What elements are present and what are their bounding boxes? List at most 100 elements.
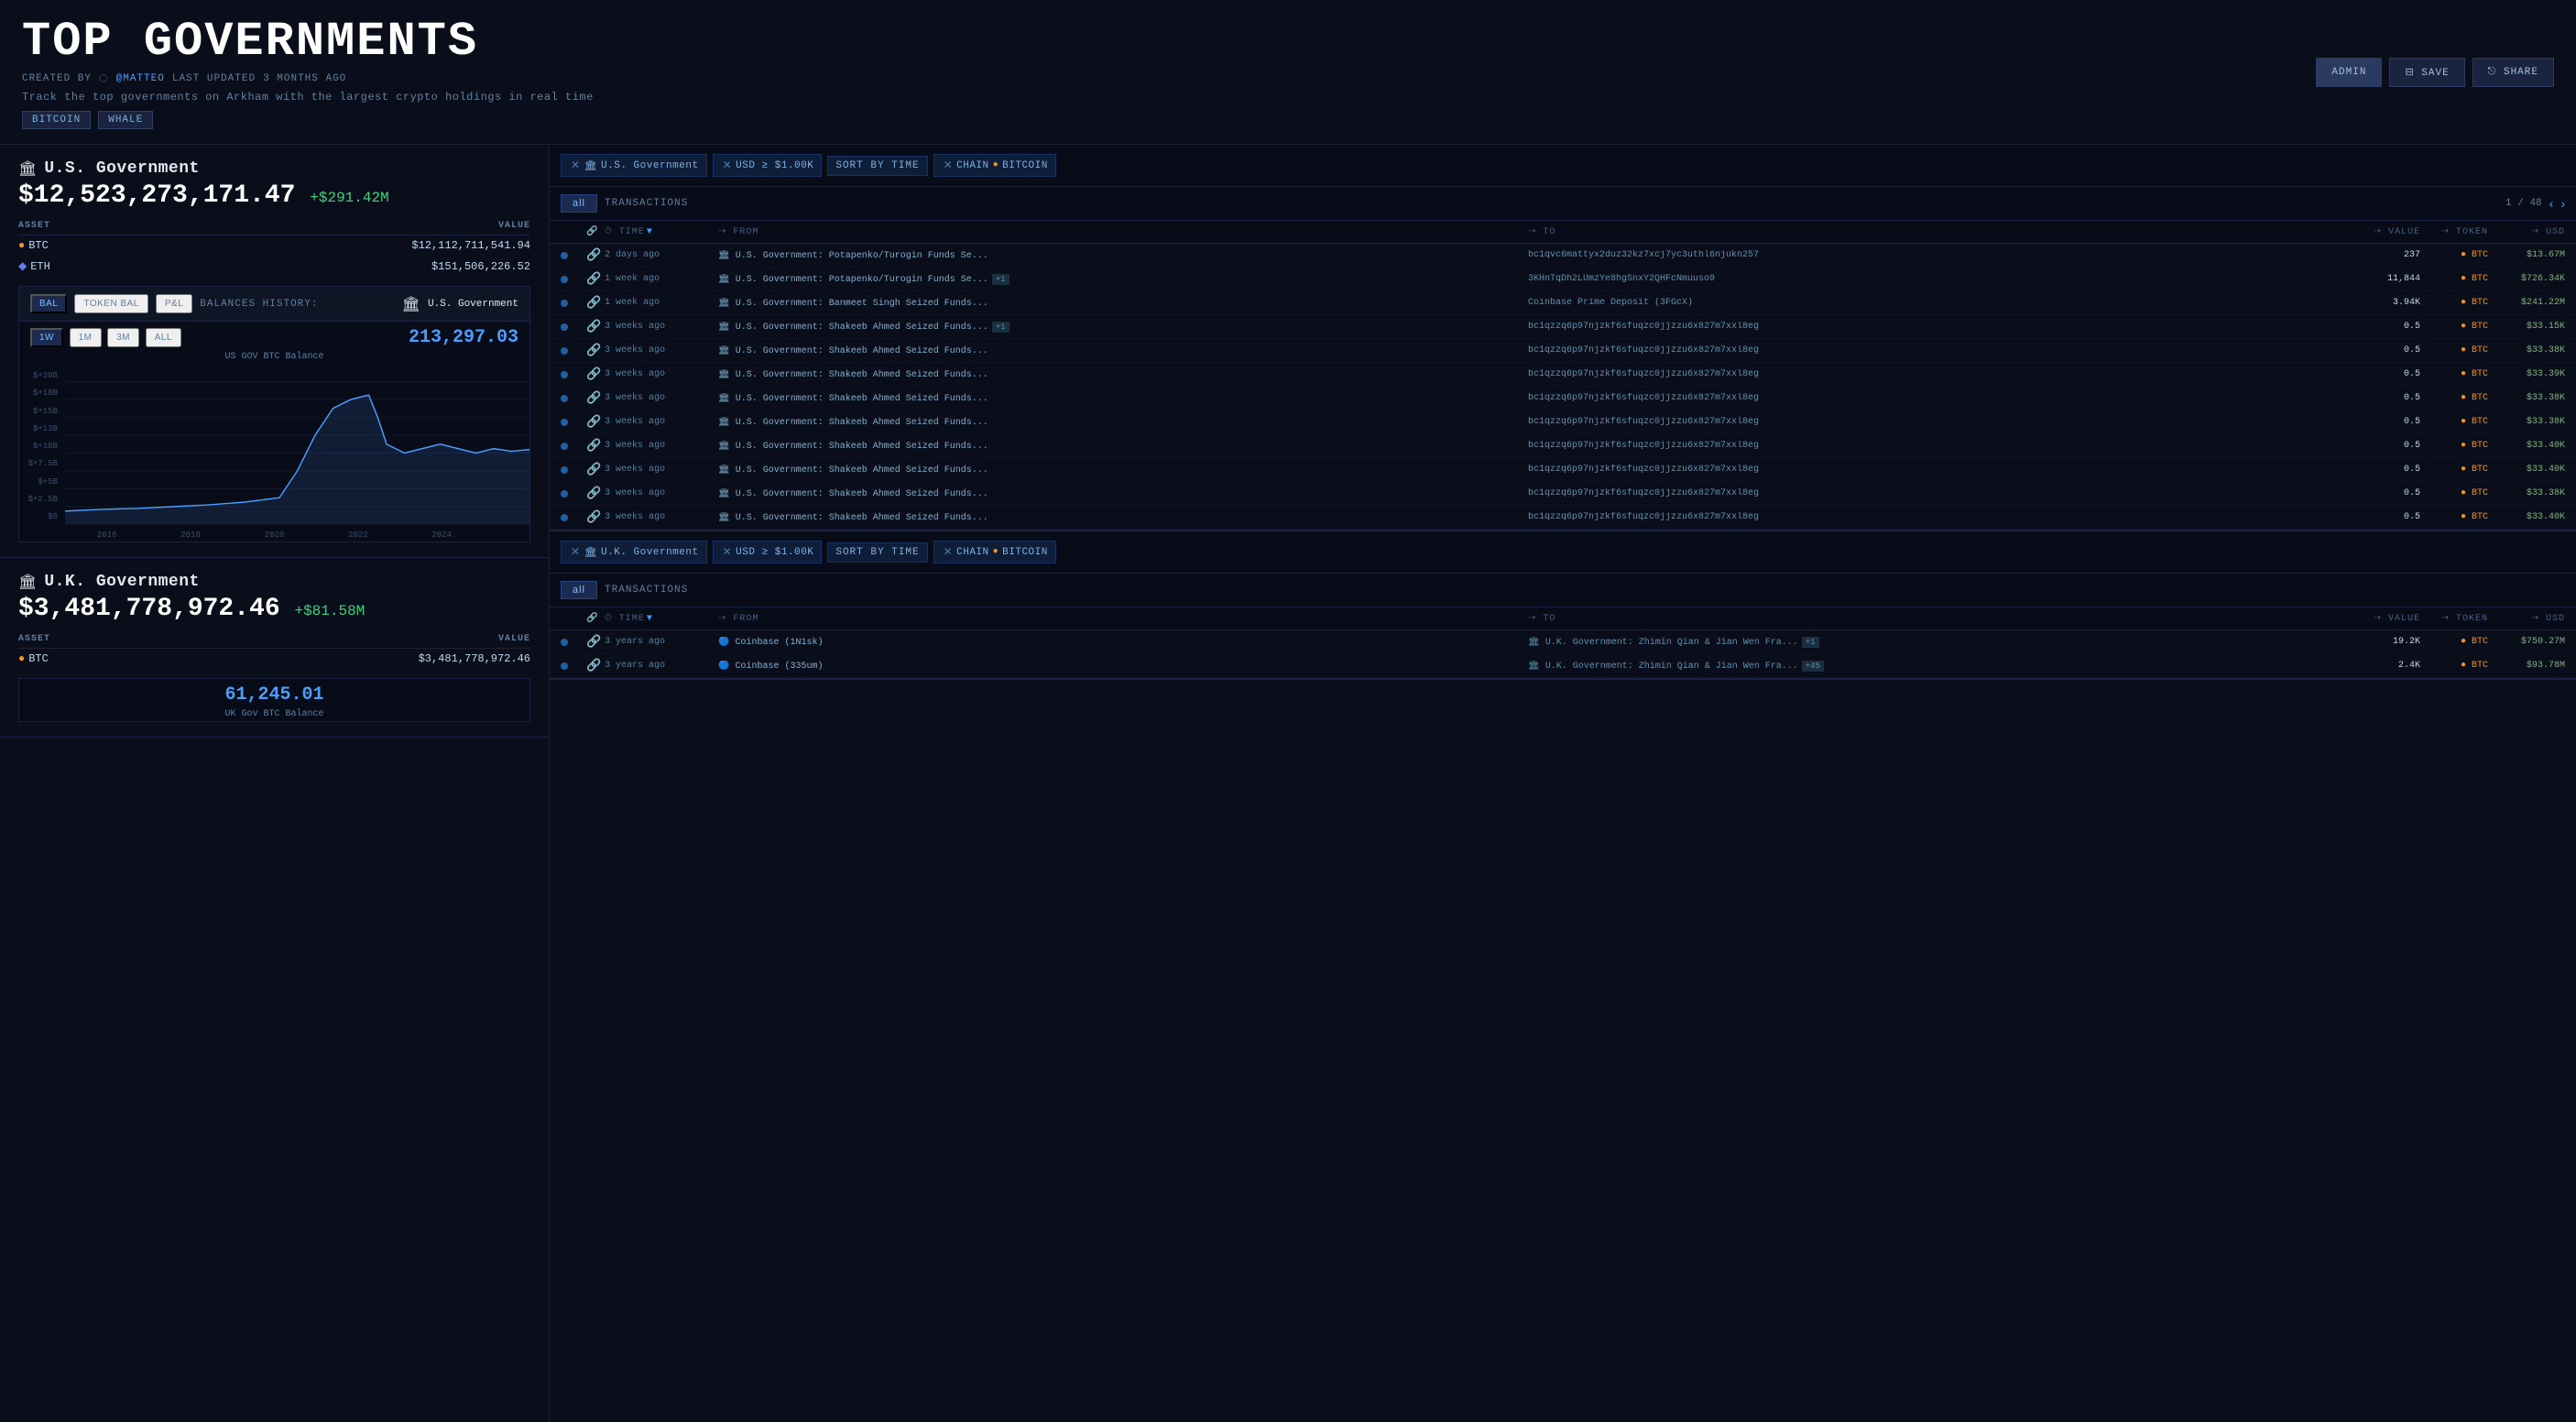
uk-chain-x[interactable]: ✕ [944, 545, 954, 559]
tx-usd: $33.38K [2492, 417, 2565, 427]
uk-filter-gov-icon: 🏛 [584, 546, 597, 559]
1w-tab[interactable]: 1W [30, 328, 63, 347]
table-row[interactable]: 🔗 3 weeks ago 🏛 U.S. Government: Shakeeb… [550, 434, 2576, 458]
tx-link-icon[interactable]: 🔗 [586, 510, 601, 524]
us-chart-area: $+20B $+18B $+15B $+13B $+10B $+7.5B $+5… [19, 364, 529, 529]
tag-whale: WHALE [98, 111, 153, 129]
table-row[interactable]: 🔗 3 weeks ago 🏛 U.S. Government: Shakeeb… [550, 339, 2576, 363]
us-all-tab[interactable]: all [561, 194, 597, 213]
tx-from: 🏛 U.S. Government: Potapenko/Turogin Fun… [718, 250, 1524, 261]
pnl-tab[interactable]: P&L [156, 294, 192, 313]
tx-usd: $726.34K [2492, 274, 2565, 284]
uk-gov-filter-chip[interactable]: ✕ 🏛 U.K. Government [561, 541, 707, 563]
uk-tx-table-header: 🔗 ⏱ TIME ▼ ⇢ FROM ⇢ TO ⇢ VALUE ⇢ TOKEN ⇢… [550, 607, 2576, 630]
prev-page-btn[interactable]: ‹ [2549, 196, 2554, 211]
chain-filter-chip[interactable]: ✕ CHAIN ● BITCOIN [933, 154, 1056, 177]
bal-tab[interactable]: BAL [30, 294, 67, 313]
tx-usd: $33.40K [2492, 441, 2565, 451]
tx-link-icon[interactable]: 🔗 [586, 463, 601, 476]
3m-tab[interactable]: 3M [107, 328, 139, 347]
table-row[interactable]: 🔗 3 weeks ago 🏛 U.S. Government: Shakeeb… [550, 315, 2576, 339]
table-row[interactable]: 🔗 1 week ago 🏛 U.S. Government: Potapenk… [550, 268, 2576, 291]
tx-time: 1 week ago [605, 274, 715, 284]
tx-link-icon[interactable]: 🔗 [586, 487, 601, 500]
tx-link-icon[interactable]: 🔗 [586, 272, 601, 286]
uk-chain-filter-chip[interactable]: ✕ CHAIN ● BITCOIN [933, 541, 1056, 563]
tx-link-icon[interactable]: 🔗 [586, 635, 601, 649]
sort-chip-1: SORT BY TIME [827, 156, 927, 176]
uk-usd-filter-x[interactable]: ✕ [723, 545, 733, 559]
tx-link-icon[interactable]: 🔗 [586, 344, 601, 357]
col-usd[interactable]: ⇢ USD [2492, 226, 2565, 237]
tx-value: 0.5 [2338, 512, 2420, 522]
token-bal-tab[interactable]: TOKEN BAL [74, 294, 147, 313]
save-button[interactable]: ⊟ SAVE [2389, 58, 2464, 87]
tx-token: ● BTC [2424, 441, 2488, 451]
admin-button[interactable]: ADMIN [2316, 58, 2382, 87]
tx-link-icon[interactable]: 🔗 [586, 391, 601, 405]
table-row[interactable]: 🔗 3 weeks ago 🏛 U.S. Government: Shakeeb… [550, 506, 2576, 530]
tx-token: ● BTC [2424, 465, 2488, 475]
us-filter-x[interactable]: ✕ [571, 159, 581, 172]
table-row[interactable]: 🔗 3 weeks ago 🏛 U.S. Government: Shakeeb… [550, 387, 2576, 410]
uk-col-value[interactable]: ⇢ VALUE [2338, 613, 2420, 624]
uk-gov-balance-row: $3,481,778,972.46 +$81.58M [18, 595, 530, 623]
tx-link-icon[interactable]: 🔗 [586, 367, 601, 381]
tx-link-icon[interactable]: 🔗 [586, 415, 601, 429]
tx-from: 🏛 U.S. Government: Shakeeb Ahmed Seized … [718, 465, 1524, 476]
col-time[interactable]: ⏱ TIME ▼ [605, 226, 715, 237]
uk-filter-x[interactable]: ✕ [571, 545, 581, 559]
tx-indicator [561, 639, 583, 646]
tx-token: ● BTC [2424, 393, 2488, 403]
tx-indicator [561, 300, 583, 307]
uk-chart-title: UK Gov BTC Balance [19, 707, 529, 721]
tx-value: 0.5 [2338, 465, 2420, 475]
uk-usd-filter-chip[interactable]: ✕ USD ≥ $1.00K [713, 541, 823, 563]
col-value[interactable]: ⇢ VALUE [2338, 226, 2420, 237]
next-page-btn[interactable]: › [2560, 196, 2565, 211]
us-gov-balance-row: $12,523,273,171.47 +$291.42M [18, 181, 530, 210]
us-chart-title: US GOV BTC Balance [19, 350, 529, 364]
us-tx-pages: 1 / 48 [2505, 198, 2542, 209]
eth-dot: ◆ [18, 260, 27, 273]
us-gov-balance: $12,523,273,171.47 [18, 181, 295, 210]
tx-link-icon[interactable]: 🔗 [586, 659, 601, 673]
1m-tab[interactable]: 1M [70, 328, 102, 347]
uk-col-token[interactable]: ⇢ TOKEN [2424, 613, 2488, 624]
uk-usd-filter-label: USD ≥ $1.00K [736, 547, 813, 558]
uk-all-tab[interactable]: all [561, 581, 597, 599]
all-tab[interactable]: ALL [146, 328, 181, 347]
col-empty-1 [561, 226, 583, 237]
uk-sort-chip: SORT BY TIME [827, 542, 927, 563]
uk-col-to[interactable]: ⇢ TO [1528, 613, 2334, 624]
tx-token: ● BTC [2424, 488, 2488, 498]
chain-filter-x[interactable]: ✕ [944, 159, 954, 172]
uk-col-usd[interactable]: ⇢ USD [2492, 613, 2565, 624]
tx-link-icon[interactable]: 🔗 [586, 439, 601, 453]
us-gov-change: +$291.42M [310, 190, 388, 206]
table-row[interactable]: 🔗 3 years ago 🔵 Coinbase (335um) 🏛 U.K. … [550, 654, 2576, 678]
usd-filter-x[interactable]: ✕ [723, 159, 733, 172]
uk-col-time[interactable]: ⏱ TIME ▼ [605, 613, 715, 624]
tx-link-icon[interactable]: 🔗 [586, 248, 601, 262]
table-row[interactable]: 🔗 3 weeks ago 🏛 U.S. Government: Shakeeb… [550, 363, 2576, 387]
sort-label-1: SORT BY TIME [835, 160, 919, 171]
uk-col-from[interactable]: ⇢ FROM [718, 613, 1524, 624]
table-row[interactable]: 🔗 1 week ago 🏛 U.S. Government: Banmeet … [550, 291, 2576, 315]
col-token[interactable]: ⇢ TOKEN [2424, 226, 2488, 237]
table-row[interactable]: 🔗 3 weeks ago 🏛 U.S. Government: Shakeeb… [550, 410, 2576, 434]
tx-to: 🏛 U.K. Government: Zhimin Qian & Jian We… [1528, 661, 2334, 672]
us-gov-filter-chip[interactable]: ✕ 🏛 U.S. Government [561, 154, 707, 177]
col-to[interactable]: ⇢ TO [1528, 226, 2334, 237]
share-button[interactable]: ⎋ SHARE [2472, 58, 2554, 87]
tx-link-icon[interactable]: 🔗 [586, 296, 601, 310]
tx-usd: $241.22M [2492, 298, 2565, 308]
tx-link-icon[interactable]: 🔗 [586, 320, 601, 334]
table-row[interactable]: 🔗 3 years ago 🔵 Coinbase (1N1sk) 🏛 U.K. … [550, 630, 2576, 654]
table-row[interactable]: 🔗 3 weeks ago 🏛 U.S. Government: Shakeeb… [550, 458, 2576, 482]
col-from[interactable]: ⇢ FROM [718, 226, 1524, 237]
chain-dot-icon: ● [993, 160, 999, 170]
usd-filter-chip[interactable]: ✕ USD ≥ $1.00K [713, 154, 823, 177]
table-row[interactable]: 🔗 2 days ago 🏛 U.S. Government: Potapenk… [550, 244, 2576, 268]
table-row[interactable]: 🔗 3 weeks ago 🏛 U.S. Government: Shakeeb… [550, 482, 2576, 506]
